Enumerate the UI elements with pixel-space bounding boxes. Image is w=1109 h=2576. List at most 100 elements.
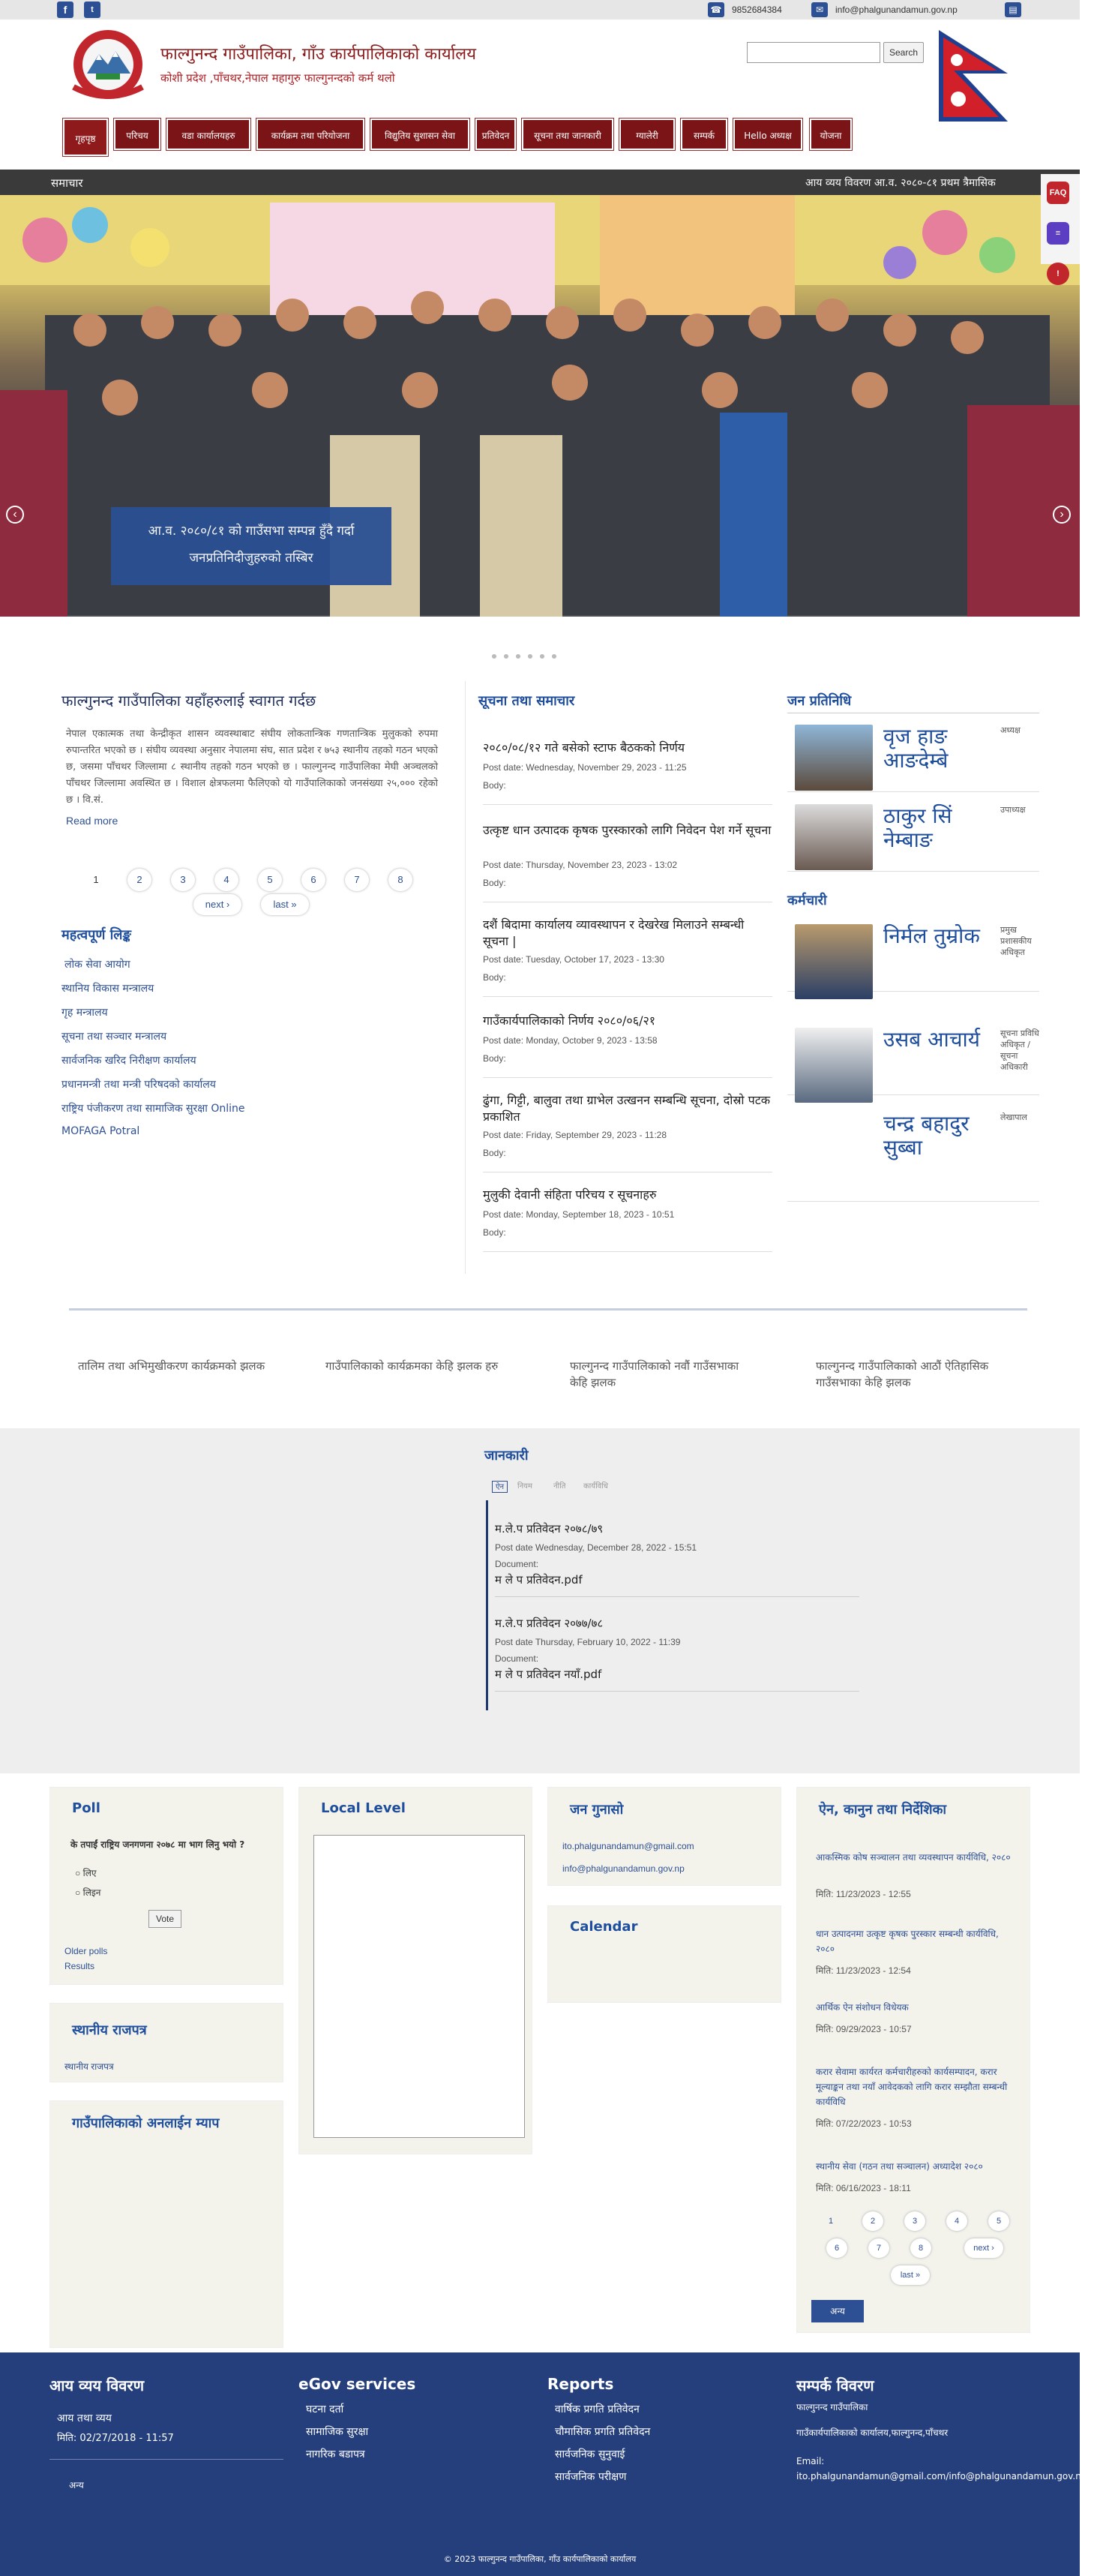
doc-file-link[interactable]: म ले प प्रतिवेदन नयाँ.pdf <box>495 1667 601 1682</box>
person-name[interactable]: उसब आचार्य <box>883 1028 996 1052</box>
nav-item[interactable]: Hello अध्यक्ष <box>733 118 803 151</box>
pager-page[interactable]: 6 <box>301 869 325 891</box>
ticker-text[interactable]: आय व्यय विवरण आ.व. २०८०-८१ प्रथम त्रैमास… <box>805 176 996 190</box>
footer-col1-more[interactable]: अन्य <box>69 2478 84 2491</box>
laws-pager-page[interactable]: 3 <box>904 2211 925 2231</box>
law-title[interactable]: स्थानीय सेवा (गठन तथा सञ्चालन) अध्यादेश … <box>816 2159 1020 2174</box>
law-title[interactable]: धान उत्पादनमा उत्कृष्ट कृषक पुरस्कार सम्… <box>816 1926 1020 1956</box>
important-link[interactable]: लोक सेवा आयोग <box>64 957 130 971</box>
alert-icon[interactable]: ! <box>1047 263 1069 285</box>
local-level-frame[interactable] <box>313 1835 525 2138</box>
info-tab[interactable]: नीति <box>553 1481 565 1493</box>
nav-item[interactable]: ग्यालेरी <box>619 118 676 151</box>
important-link[interactable]: प्रधानमन्त्री तथा मन्त्री परिषदको कार्या… <box>61 1077 216 1091</box>
complaint-email-2[interactable]: info@phalgunandamun.gov.np <box>562 1863 685 1874</box>
message-icon[interactable]: ≡ <box>1047 222 1069 245</box>
pager-page[interactable]: 4 <box>214 869 238 891</box>
pager-page[interactable]: 5 <box>258 869 282 891</box>
laws-more-button[interactable]: अन्य <box>811 2300 864 2322</box>
read-more-link[interactable]: Read more <box>66 815 118 827</box>
nav-item[interactable]: योजना <box>809 118 853 151</box>
pager-page[interactable]: 2 <box>127 869 151 891</box>
footer-col1-item[interactable]: आय तथा व्यय <box>57 2411 112 2425</box>
slider-dot[interactable] <box>492 654 496 659</box>
person-name[interactable]: निर्मल तुम्रोक <box>883 924 996 948</box>
twitter-icon[interactable]: t <box>84 2 100 18</box>
gallery-item[interactable]: गाउँपालिकाको कार्यक्रमका केहि झलक हरु <box>325 1358 513 1374</box>
nav-item[interactable]: वडा कार्यालयहरु <box>166 118 251 151</box>
gallery-item[interactable]: फाल्गुनन्द गाउँपालिकाको नवौं गाउँसभाका क… <box>570 1358 757 1391</box>
laws-pager-page[interactable]: 6 <box>826 2238 847 2258</box>
slider-dot[interactable] <box>528 654 532 659</box>
news-item-title[interactable]: मुलुकी देवानी संहिता परिचय र सूचनाहरु <box>483 1187 772 1203</box>
email-link[interactable]: info@phalgunandamun.gov.np <box>835 5 958 15</box>
laws-pager-page[interactable]: 7 <box>868 2238 889 2258</box>
doc-file-link[interactable]: म ले प प्रतिवेदन.pdf <box>495 1572 583 1587</box>
poll-option-2[interactable]: ○ लिइन <box>75 1886 100 1899</box>
footer-col4-email[interactable]: ito.phalgunandamun@gmail.com/info@phalgu… <box>796 2471 1080 2481</box>
footer-col3-item[interactable]: वार्षिक प्रगति प्रतिवेदन <box>555 2402 640 2416</box>
important-link[interactable]: सूचना तथा सञ्चार मन्त्रालय <box>61 1029 166 1043</box>
slider-dot[interactable] <box>552 654 556 659</box>
slider-caption[interactable]: आ.व. २०८०/८१ को गाउँसभा सम्पन्न हुँदै गर… <box>111 507 391 585</box>
slider-prev-icon[interactable]: ‹ <box>6 506 24 524</box>
pager-page[interactable]: 7 <box>345 869 369 891</box>
slider-dot[interactable] <box>516 654 520 659</box>
news-item-title[interactable]: २०८०/०८/१२ गते बसेको स्टाफ बैठकको निर्णय <box>483 740 772 756</box>
gallery-item[interactable]: फाल्गुनन्द गाउँपालिकाको आठौं ऐतिहासिक गा… <box>816 1358 1003 1391</box>
nav-item[interactable]: प्रतिवेदन <box>475 118 517 151</box>
nav-item[interactable]: सम्पर्क <box>680 118 728 151</box>
footer-col2-item[interactable]: घटना दर्ता <box>306 2402 343 2416</box>
footer-col2-item[interactable]: नागरिक बडापत्र <box>306 2447 365 2461</box>
poll-option-1[interactable]: ○ लिए <box>75 1866 96 1879</box>
news-item-title[interactable]: गाउँकार्यपालिकाको निर्णय २०८०/०६/२१ <box>483 1013 772 1029</box>
phone-number[interactable]: 9852684384 <box>732 5 782 15</box>
nav-item[interactable]: गृहपृष्ठ <box>62 118 109 157</box>
vote-button[interactable]: Vote <box>148 1910 181 1928</box>
pager-last[interactable]: last » <box>261 894 309 915</box>
news-item-title[interactable]: ढुंगा, गिट्टी, बालुवा तथा ग्राभेल उत्खनन… <box>483 1092 772 1125</box>
person-name[interactable]: चन्द्र बहादुर सुब्बा <box>883 1112 996 1160</box>
gallery-item[interactable]: तालिम तथा अभिमुखीकरण कार्यक्रमको झलक <box>78 1358 265 1374</box>
nav-item[interactable]: विद्युतिय सुशासन सेवा <box>370 118 470 151</box>
sitemap-icon[interactable]: ▤ <box>1005 2 1021 17</box>
important-link[interactable]: गृह मन्त्रालय <box>61 1005 108 1019</box>
doc-title[interactable]: म.ले.प प्रतिवेदन २०७७/७८ <box>495 1616 603 1631</box>
person-name[interactable]: वृज हाङ आङदेम्बे <box>883 725 996 773</box>
law-title[interactable]: करार सेवामा कार्यरत कर्मचारीहरुको कार्यस… <box>816 2064 1020 2109</box>
laws-pager-next[interactable]: next › <box>964 2238 1003 2258</box>
law-title[interactable]: आर्थिक ऐन संशोधन विधेयक <box>816 2000 1020 2015</box>
important-link[interactable]: MOFAGA Potral <box>61 1125 139 1137</box>
laws-pager-page[interactable]: 5 <box>988 2211 1009 2231</box>
news-item-title[interactable]: दशैं बिदामा कार्यालय व्यावस्थापन र देखरे… <box>483 917 772 950</box>
laws-pager-page[interactable]: 4 <box>946 2211 967 2231</box>
footer-col2-item[interactable]: सामाजिक सुरक्षा <box>306 2424 368 2439</box>
footer-col3-item[interactable]: चौमासिक प्रगति प्रतिवेदन <box>555 2424 650 2439</box>
results-link[interactable]: Results <box>64 1961 94 1971</box>
nav-item[interactable]: परिचय <box>113 118 161 151</box>
law-title[interactable]: आकस्मिक कोष सञ्चालन तथा व्यवस्थापन कार्य… <box>816 1850 1020 1865</box>
slider-next-icon[interactable]: › <box>1053 506 1071 524</box>
pager-page[interactable]: 3 <box>171 869 195 891</box>
pager-next[interactable]: next › <box>193 894 241 915</box>
laws-pager-page[interactable]: 8 <box>910 2238 931 2258</box>
important-link[interactable]: राष्ट्रिय पंजीकरण तथा सामाजिक सुरक्षा On… <box>61 1101 245 1115</box>
info-tab[interactable]: ऐन <box>492 1481 508 1493</box>
nav-item[interactable]: कार्यक्रम तथा परियोजना <box>256 118 365 151</box>
doc-title[interactable]: म.ले.प प्रतिवेदन २०७८/७९ <box>495 1521 603 1536</box>
municipality-logo[interactable] <box>66 27 150 102</box>
person-name[interactable]: ठाकुर सिं नेम्बाङ <box>883 804 996 852</box>
older-polls-link[interactable]: Older polls <box>64 1946 107 1956</box>
important-link[interactable]: स्थानिय विकास मन्त्रालय <box>61 981 154 995</box>
important-link[interactable]: सार्वजनिक खरिद निरीक्षण कार्यालय <box>61 1053 196 1067</box>
slider-dot[interactable] <box>504 654 508 659</box>
footer-col3-item[interactable]: सार्वजनिक सुनुवाई <box>555 2447 625 2461</box>
search-input[interactable] <box>747 42 880 63</box>
info-tab[interactable]: कार्यविधि <box>583 1481 608 1493</box>
nav-item[interactable]: सूचना तथा जानकारी <box>521 118 614 151</box>
facebook-icon[interactable]: f <box>57 2 73 18</box>
info-tab[interactable]: नियम <box>517 1481 532 1493</box>
laws-pager-last[interactable]: last » <box>891 2265 930 2285</box>
laws-pager-page[interactable]: 2 <box>862 2211 883 2231</box>
gazette-link[interactable]: स्थानीय राजपत्र <box>64 2060 114 2073</box>
